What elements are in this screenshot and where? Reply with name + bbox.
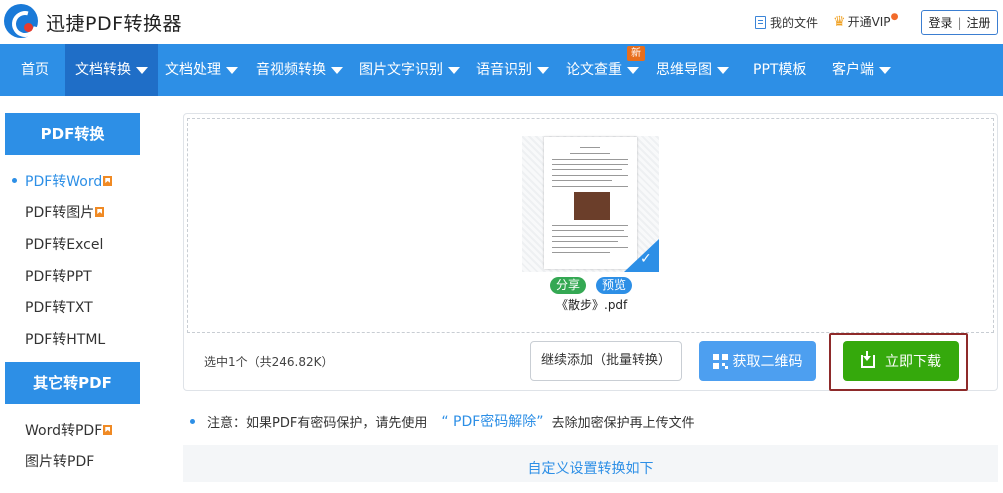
nav-label: 首页	[21, 62, 49, 78]
sidebar-item-word-to-pdf[interactable]: Word转PDF	[25, 420, 113, 440]
nav-item-ocr[interactable]: 图片文字识别	[349, 44, 470, 96]
password-notice: 注意：如果PDF有密码保护，请先使用 “ PDF密码解除” 去除加密保护再上传文…	[190, 411, 695, 431]
nav-label: 文档处理	[165, 62, 221, 78]
active-dot	[12, 178, 17, 183]
custom-settings-toggle[interactable]: 自定义设置转换如下	[183, 445, 998, 482]
add-more-button[interactable]: 继续添加（批量转换）	[530, 341, 682, 381]
download-button[interactable]: 立即下载	[843, 341, 959, 381]
sidebar-item-pdf-to-ppt[interactable]: PDF转PPT	[25, 266, 92, 286]
checkmark-icon: ✓	[640, 251, 652, 267]
register-link[interactable]: 注册	[967, 14, 991, 31]
notice-suffix: 去除加密保护再上传文件	[551, 415, 695, 431]
sidebar-group-other-to-pdf: 其它转PDF	[5, 362, 140, 404]
sidebar-item-pdf-to-html[interactable]: PDF转HTML	[25, 329, 105, 349]
open-vip-link[interactable]: ♛ 开通VIP ●	[833, 11, 899, 30]
nav-label: PPT模板	[753, 62, 807, 78]
auth-divider: |	[957, 15, 962, 30]
nav-label: 音视频转换	[256, 62, 326, 78]
nav-item-av-convert[interactable]: 音视频转换	[246, 44, 353, 96]
bullet-dot	[190, 418, 195, 424]
nav-label: 论文查重	[566, 62, 622, 78]
main-nav: 首页 文档转换 文档处理 音视频转换 图片文字识别 语音识别 论文查重 思维导图…	[0, 44, 1003, 96]
page-photo	[574, 192, 610, 220]
nav-item-client[interactable]: 客户端	[822, 44, 901, 96]
download-label: 立即下载	[885, 354, 941, 370]
sidebar-item-label: PDF转PPT	[25, 269, 92, 285]
pdf-unlock-link[interactable]: “ PDF密码解除”	[441, 411, 543, 431]
download-icon	[861, 350, 875, 368]
chevron-down-icon	[226, 66, 238, 74]
my-files-label: 我的文件	[770, 16, 819, 30]
nav-item-ppt[interactable]: PPT模板	[743, 44, 816, 96]
sidebar-item-pdf-to-excel[interactable]: PDF转Excel	[25, 234, 103, 254]
share-button[interactable]: 分享	[550, 277, 587, 294]
document-icon	[755, 16, 766, 29]
notice-prefix: 注意：如果PDF有密码保护，请先使用	[207, 415, 428, 431]
sidebar-group-pdf-convert: PDF转换	[5, 113, 140, 155]
nav-item-home[interactable]: 首页	[11, 44, 59, 96]
vip-label: 开通VIP	[847, 15, 891, 29]
new-badge: 新	[627, 46, 645, 61]
app-logo[interactable]	[4, 4, 38, 38]
qr-label: 获取二维码	[732, 354, 803, 370]
top-header: 迅捷PDF转换器 我的文件 ♛ 开通VIP ● 登录 | 注册	[0, 0, 1003, 44]
nav-label: 图片文字识别	[359, 62, 443, 78]
qr-code-icon	[712, 353, 728, 369]
chevron-down-icon	[627, 66, 639, 74]
chevron-down-icon	[879, 66, 891, 74]
file-name: 《散步》.pdf	[556, 298, 628, 312]
chevron-down-icon	[448, 66, 460, 74]
preview-button[interactable]: 预览	[596, 277, 633, 294]
nav-label: 客户端	[832, 62, 874, 78]
crown-icon: ♛	[833, 13, 846, 30]
sidebar-item-label: Word转PDF	[25, 423, 103, 439]
nav-label: 语音识别	[476, 62, 532, 78]
sidebar-item-label: PDF转TXT	[25, 300, 93, 316]
get-qr-code-button[interactable]: 获取二维码	[699, 341, 816, 381]
nav-item-doc-convert[interactable]: 文档转换	[65, 44, 158, 96]
nav-label: 文档转换	[75, 62, 131, 78]
sidebar-item-label: PDF转图片	[25, 205, 95, 221]
login-link[interactable]: 登录	[928, 14, 952, 31]
chevron-down-icon	[537, 66, 549, 74]
selection-summary: 选中1个（共246.82K）	[204, 355, 334, 369]
nav-label: 思维导图	[656, 62, 712, 78]
sidebar-item-label: PDF转Word	[25, 174, 103, 190]
nav-item-mindmap[interactable]: 思维导图	[646, 44, 739, 96]
sidebar-item-label: 图片转PDF	[25, 454, 95, 470]
chevron-down-icon	[717, 66, 729, 74]
nav-item-doc-process[interactable]: 文档处理	[155, 44, 248, 96]
chevron-down-icon	[331, 66, 343, 74]
sidebar-item-pdf-to-word[interactable]: PDF转Word	[25, 171, 113, 191]
brand-title[interactable]: 迅捷PDF转换器	[46, 9, 182, 36]
sidebar-item-pdf-to-image[interactable]: PDF转图片	[25, 202, 105, 222]
pdf-page-preview	[544, 137, 637, 269]
flame-icon: ●	[890, 11, 899, 22]
bookmark-icon	[103, 425, 113, 435]
sidebar-item-label: PDF转Excel	[25, 237, 104, 253]
nav-item-speech[interactable]: 语音识别	[466, 44, 559, 96]
auth-box: 登录 | 注册	[921, 10, 998, 35]
chevron-down-icon	[136, 66, 148, 74]
bookmark-icon	[103, 176, 113, 186]
sidebar-item-pdf-to-txt[interactable]: PDF转TXT	[25, 297, 93, 317]
bookmark-icon	[95, 207, 105, 217]
sidebar-item-label: PDF转HTML	[25, 332, 106, 348]
my-files-link[interactable]: 我的文件	[755, 14, 818, 31]
sidebar-item-image-to-pdf[interactable]: 图片转PDF	[25, 451, 94, 471]
